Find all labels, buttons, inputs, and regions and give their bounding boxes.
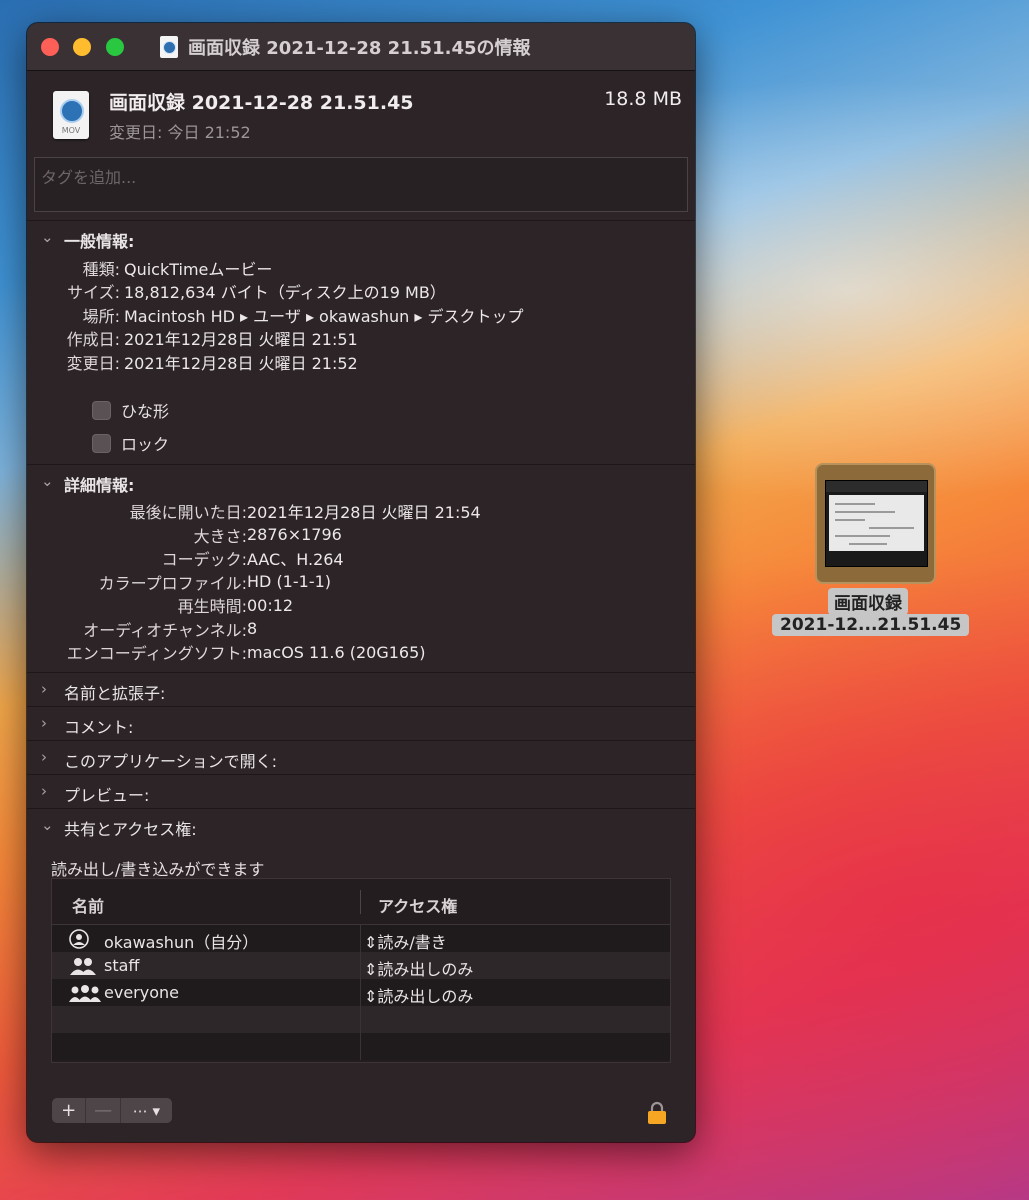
size-value: 18,812,634 バイト（ディスク上の19 MB） [124, 283, 446, 303]
window-title: 画面収録 2021-12-28 21.51.45の情報 [188, 38, 531, 59]
access-popup[interactable]: ⇕読み出しのみ [364, 956, 473, 980]
section-details[interactable]: ⌄ 詳細情報: [27, 463, 695, 498]
size-label: サイズ: [67, 283, 120, 303]
section-title: 名前と拡張子: [64, 684, 166, 703]
last-opened-value: 2021年12月28日 火曜日 21:54 [247, 503, 481, 523]
column-name-header[interactable]: 名前 [72, 893, 104, 917]
last-opened-label: 最後に開いた日: [129, 503, 247, 523]
color-profile-label: カラープロファイル: [98, 573, 247, 593]
desktop-file-thumbnail [825, 480, 928, 567]
where-label: 場所: [82, 306, 120, 326]
chevron-right-icon[interactable]: › [41, 782, 47, 800]
checkbox-box[interactable] [92, 433, 111, 453]
column-access-header[interactable]: アクセス権 [378, 893, 457, 917]
access-value: 読み出しのみ [377, 987, 474, 1006]
section-title: 一般情報: [64, 232, 135, 251]
kind-label: 種類: [82, 259, 120, 279]
stationery-label: ひな形 [121, 402, 170, 421]
permissions-table: 名前 アクセス権 okawashun（自分） ⇕読み/書き staff ⇕読み出… [51, 878, 671, 1063]
remove-user-button[interactable]: — [86, 1098, 121, 1123]
table-header: 名前 アクセス権 [52, 879, 670, 925]
dimensions-value: 2876×1796 [247, 525, 342, 545]
created-label: 作成日: [66, 330, 120, 350]
info-window: 画面収録 2021-12-28 21.51.45の情報 MOV 画面収録 202… [27, 23, 695, 1142]
section-title: プレビュー: [64, 786, 150, 805]
add-user-button[interactable]: + [52, 1098, 87, 1123]
file-modified: 変更日: 今日 21:52 [109, 123, 251, 142]
checkbox-box[interactable] [92, 400, 111, 420]
table-row[interactable]: okawashun（自分） ⇕読み/書き [52, 925, 670, 952]
section-comments[interactable]: › コメント: [27, 706, 695, 740]
section-name-extension[interactable]: › 名前と拡張子: [27, 672, 695, 706]
everyone-name: everyone [104, 983, 179, 1002]
chevron-right-icon[interactable]: › [41, 680, 47, 698]
chevron-right-icon[interactable]: › [41, 748, 47, 766]
section-title: 詳細情報: [64, 475, 135, 495]
color-profile-value: HD (1-1-1) [247, 572, 332, 592]
section-open-with[interactable]: › このアプリケーションで開く: [27, 740, 695, 774]
file-size: 18.8 MB [604, 88, 682, 110]
user-name: okawashun（自分） [104, 933, 259, 952]
file-name: 画面収録 2021-12-28 21.51.45 [109, 92, 414, 114]
audio-channels-label: オーディオチャンネル: [83, 620, 247, 640]
file-header: MOV 画面収録 2021-12-28 21.51.45 18.8 MB 変更日… [27, 71, 695, 157]
title-bar[interactable]: 画面収録 2021-12-28 21.51.45の情報 [27, 23, 695, 71]
section-sharing[interactable]: ⌄ 共有とアクセス権: [27, 808, 695, 842]
desktop-file-label-2[interactable]: 2021-12...21.51.45 [772, 614, 970, 636]
dimensions-label: 大きさ: [193, 526, 247, 546]
user-icon [68, 929, 90, 953]
chevron-right-icon[interactable]: › [41, 714, 47, 732]
chevron-down-icon[interactable]: ⌄ [41, 228, 54, 246]
desktop-file-icon[interactable] [815, 463, 936, 584]
desktop-file-label[interactable]: 画面収録 [828, 588, 908, 615]
group-name: staff [104, 956, 140, 975]
where-value: Macintosh HD ▸ ユーザ ▸ okawashun ▸ デスクトップ [124, 306, 524, 326]
duration-label: 再生時間: [177, 597, 247, 617]
duration-value: 00:12 [247, 595, 294, 615]
section-general[interactable]: ⌄ 一般情報: [27, 220, 695, 254]
audio-channels-value: 8 [247, 619, 258, 639]
access-value: 読み出しのみ [377, 960, 474, 979]
tags-field[interactable]: タグを追加... [34, 157, 688, 212]
everyone-icon [68, 983, 102, 1007]
group-icon [68, 956, 98, 980]
chevron-down-icon[interactable]: ⌄ [41, 816, 54, 834]
access-popup[interactable]: ⇕読み/書き [364, 929, 447, 953]
access-value: 読み/書き [377, 933, 447, 952]
close-button[interactable] [41, 38, 59, 56]
section-preview[interactable]: › プレビュー: [27, 774, 695, 808]
table-row-empty [52, 1006, 670, 1033]
table-row[interactable]: everyone ⇕読み出しのみ [52, 979, 670, 1006]
modified-value: 2021年12月28日 火曜日 21:52 [124, 353, 358, 373]
section-title: コメント: [64, 718, 134, 737]
section-title: 共有とアクセス権: [64, 820, 197, 839]
zoom-button[interactable] [106, 38, 124, 56]
tags-placeholder: タグを追加... [41, 168, 137, 187]
table-row-empty [52, 1033, 670, 1060]
kind-value: QuickTimeムービー [124, 259, 273, 279]
encoding-software-label: エンコーディングソフト: [66, 644, 247, 664]
permissions-toolbar: + — ⋯ ▾ [52, 1098, 172, 1123]
table-row[interactable]: staff ⇕読み出しのみ [52, 952, 670, 979]
movie-file-icon[interactable]: MOV [53, 91, 89, 139]
codecs-value: AAC、H.264 [247, 550, 344, 570]
access-popup[interactable]: ⇕読み出しのみ [364, 983, 473, 1007]
created-value: 2021年12月28日 火曜日 21:51 [124, 330, 358, 350]
chevron-down-icon[interactable]: ⌄ [41, 472, 54, 490]
section-title: このアプリケーションで開く: [64, 752, 278, 771]
title-document-icon[interactable] [160, 36, 178, 58]
minimize-button[interactable] [73, 38, 91, 56]
locked-checkbox[interactable]: ロック [27, 427, 695, 460]
action-menu-button[interactable]: ⋯ ▾ [121, 1098, 172, 1123]
encoding-software-value: macOS 11.6 (20G165) [247, 642, 426, 662]
codecs-label: コーデック: [161, 550, 247, 570]
stationery-checkbox[interactable]: ひな形 [27, 394, 695, 427]
lock-icon[interactable] [647, 1101, 667, 1125]
locked-label: ロック [121, 435, 170, 454]
modified-label: 変更日: [66, 353, 120, 373]
